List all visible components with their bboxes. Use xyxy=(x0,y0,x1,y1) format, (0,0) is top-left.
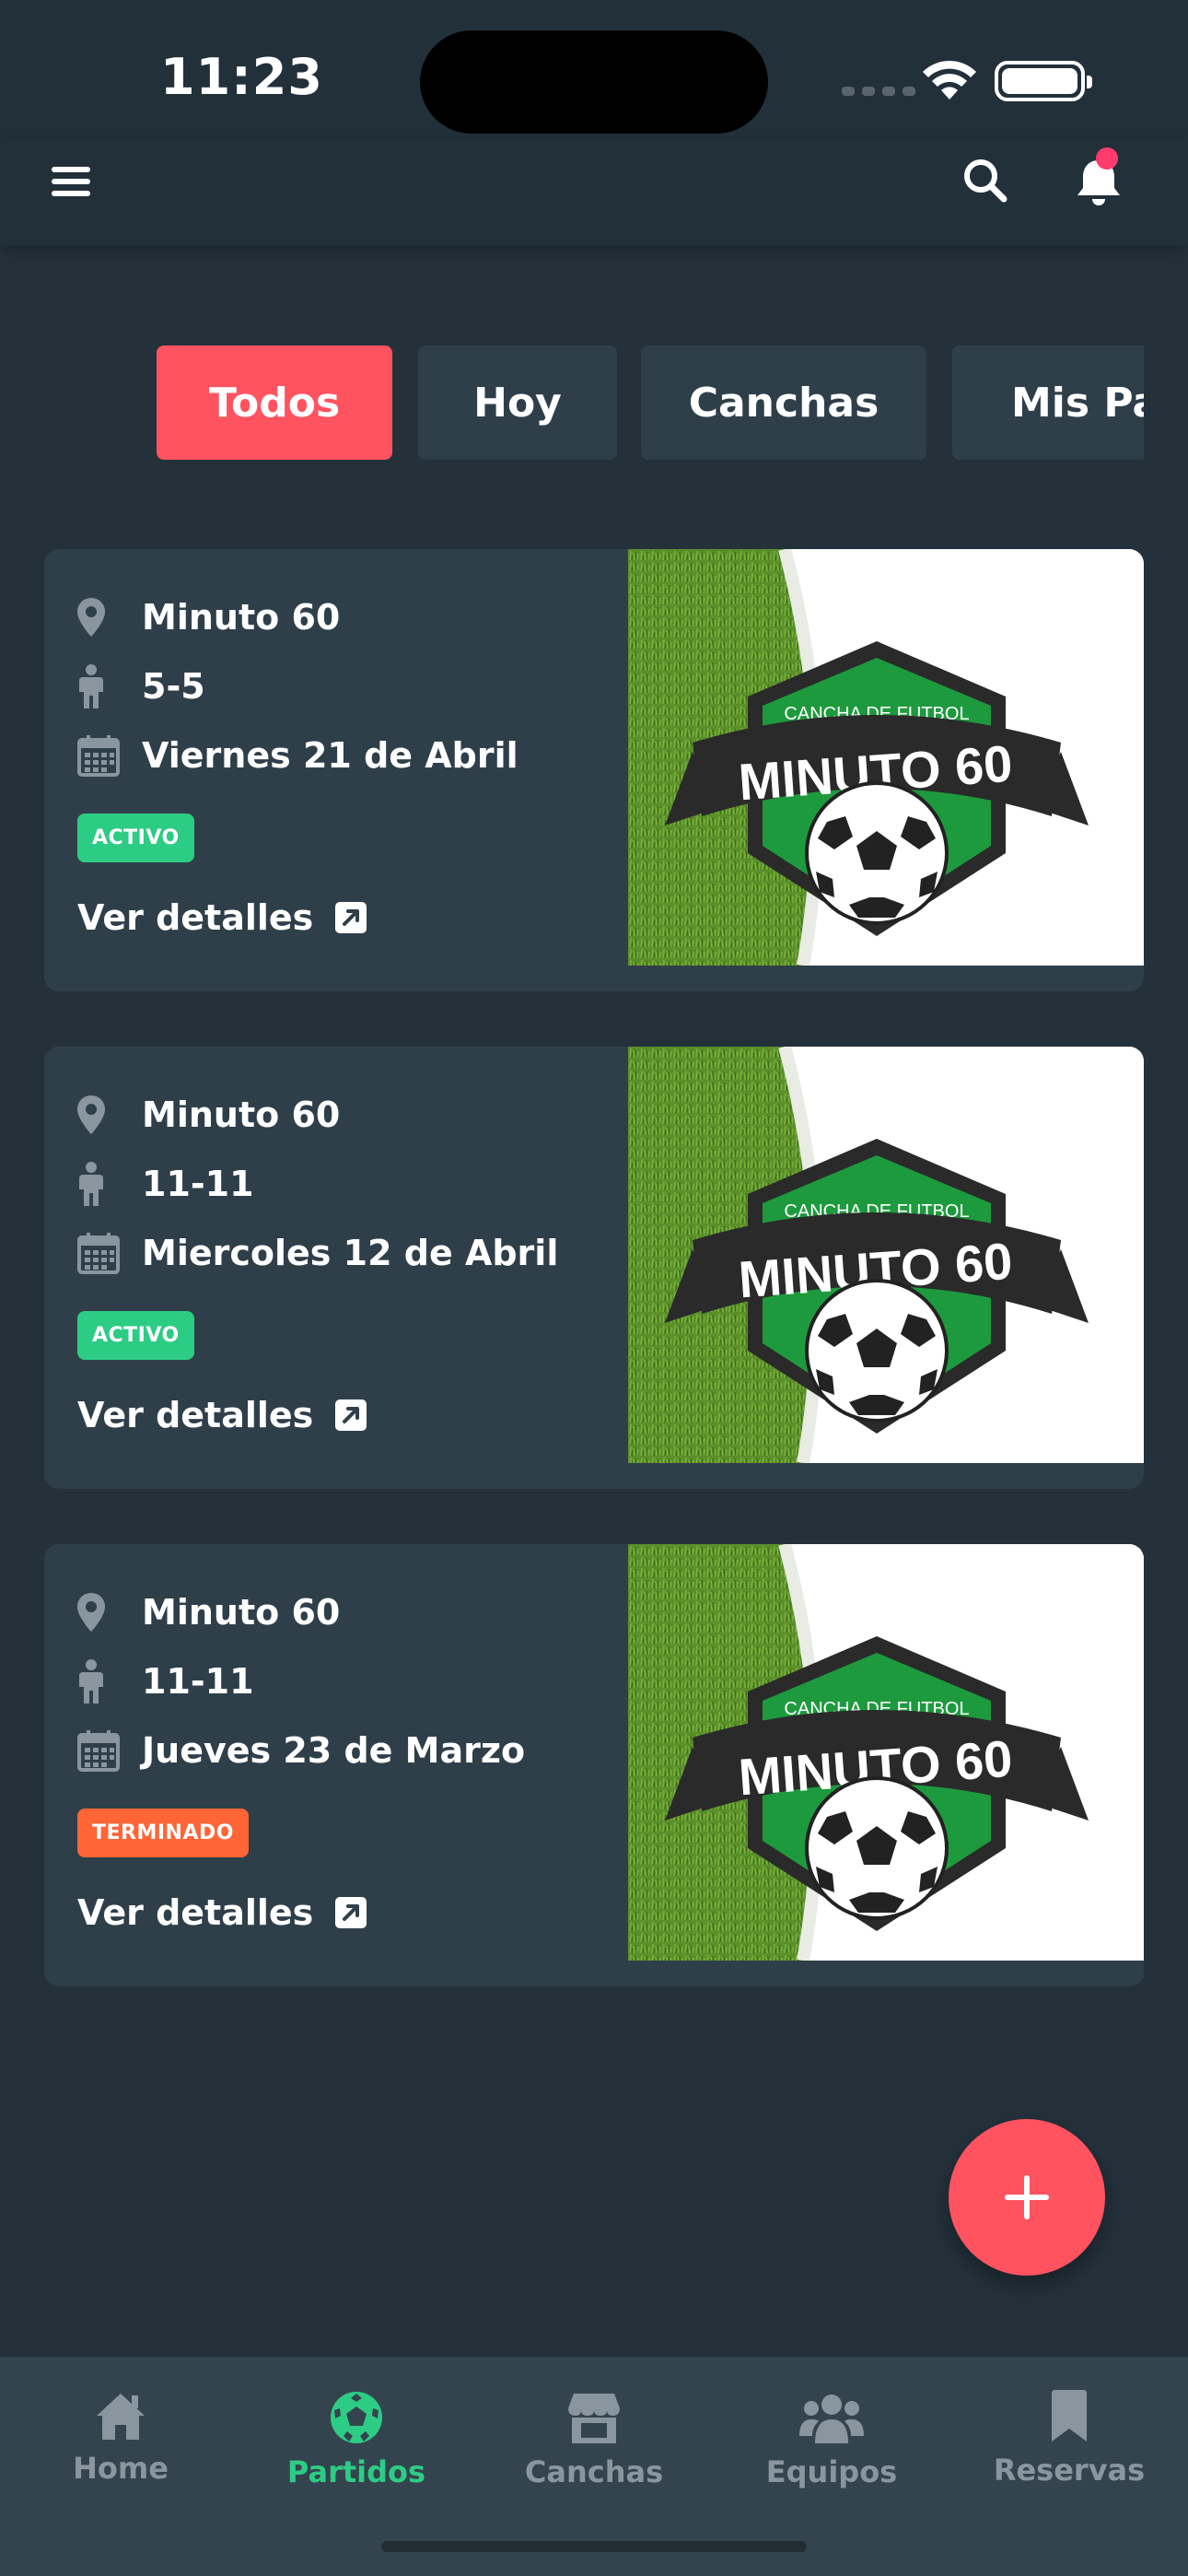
nav-label-reservas: Reservas xyxy=(993,2453,1146,2488)
filter-chip-canchas[interactable]: Canchas xyxy=(641,345,926,460)
filter-chip-mis-partidos[interactable]: Mis Partidos xyxy=(952,345,1144,460)
date-row: Viernes 21 de Abril xyxy=(77,720,630,790)
player-icon xyxy=(79,663,103,708)
filter-chip-todos[interactable]: Todos xyxy=(157,345,392,460)
player-icon xyxy=(79,1161,103,1206)
calendar-icon xyxy=(77,1729,120,1772)
match-info: Minuto 60 5-5 Viernes 21 de Abril ACTIVO… xyxy=(77,582,630,938)
date-row: Jueves 23 de Marzo xyxy=(77,1715,630,1785)
match-format: 11-11 xyxy=(142,1660,254,1702)
menu-icon[interactable] xyxy=(50,158,96,205)
location-pin-icon xyxy=(77,597,105,637)
venue-row: Minuto 60 xyxy=(77,1577,630,1646)
status-badge: TERMINADO xyxy=(77,1809,249,1857)
venue-name: Minuto 60 xyxy=(142,1094,341,1135)
nav-item-home[interactable]: Home xyxy=(2,2390,239,2486)
external-link-icon xyxy=(335,1897,367,1928)
view-details-label: Ver detalles xyxy=(77,1395,314,1435)
nav-label-home: Home xyxy=(73,2451,169,2486)
player-icon xyxy=(79,1658,103,1704)
location-pin-icon xyxy=(77,1592,105,1632)
plus-icon xyxy=(1005,2175,1049,2219)
bookmark-icon xyxy=(1052,2390,1087,2441)
format-row: 5-5 xyxy=(77,651,630,720)
home-indicator[interactable] xyxy=(381,2541,807,2552)
nav-item-canchas[interactable]: Canchas xyxy=(475,2390,713,2489)
external-link-icon xyxy=(335,1399,367,1431)
view-details-link[interactable]: Ver detalles xyxy=(77,1395,630,1435)
view-details-link[interactable]: Ver detalles xyxy=(77,897,630,938)
match-info: Minuto 60 11-11 Miercoles 12 de Abril AC… xyxy=(77,1080,630,1435)
match-date: Miercoles 12 de Abril xyxy=(142,1232,559,1273)
match-info: Minuto 60 11-11 Jueves 23 de Marzo TERMI… xyxy=(77,1577,630,1933)
match-format: 5-5 xyxy=(142,665,205,707)
match-date: Viernes 21 de Abril xyxy=(142,734,518,776)
format-row: 11-11 xyxy=(77,1646,630,1715)
venue-logo-image: CANCHA DE FUTBOL MINUTO 60 xyxy=(628,549,1144,966)
home-icon xyxy=(97,2394,145,2440)
view-details-link[interactable]: Ver detalles xyxy=(77,1892,630,1933)
nav-label-canchas: Canchas xyxy=(524,2454,664,2489)
venue-row: Minuto 60 xyxy=(77,1080,630,1149)
venue-row: Minuto 60 xyxy=(77,582,630,651)
match-date: Jueves 23 de Marzo xyxy=(142,1729,526,1771)
battery-icon xyxy=(995,61,1092,101)
dynamic-island xyxy=(420,30,768,134)
match-card[interactable]: Minuto 60 11-11 Miercoles 12 de Abril AC… xyxy=(44,1047,1144,1489)
nav-item-reservas[interactable]: Reservas xyxy=(950,2390,1188,2488)
date-row: Miercoles 12 de Abril xyxy=(77,1218,630,1287)
status-badge: ACTIVO xyxy=(77,1311,194,1360)
match-card[interactable]: Minuto 60 5-5 Viernes 21 de Abril ACTIVO… xyxy=(44,549,1144,991)
external-link-icon xyxy=(335,902,367,933)
search-icon[interactable] xyxy=(960,155,1011,206)
filter-chip-hoy[interactable]: Hoy xyxy=(418,345,617,460)
match-card[interactable]: Minuto 60 11-11 Jueves 23 de Marzo TERMI… xyxy=(44,1544,1144,1986)
users-icon xyxy=(799,2395,864,2443)
match-format: 11-11 xyxy=(142,1163,254,1204)
app-bar xyxy=(0,138,1188,245)
soccer-ball-icon xyxy=(331,2392,382,2443)
calendar-icon xyxy=(77,734,120,777)
cellular-signal-icon xyxy=(842,87,915,96)
venue-name: Minuto 60 xyxy=(142,596,341,638)
store-icon xyxy=(568,2394,620,2443)
calendar-icon xyxy=(77,1232,120,1274)
venue-logo-image: CANCHA DE FUTBOL MINUTO 60 xyxy=(628,1047,1144,1463)
nav-label-partidos: Partidos xyxy=(286,2454,426,2489)
status-badge: ACTIVO xyxy=(77,814,194,862)
filter-chips: Todos Hoy Canchas Mis Partidos xyxy=(157,345,1144,460)
location-pin-icon xyxy=(77,1095,105,1134)
nav-label-equipos: Equipos xyxy=(765,2454,898,2489)
wifi-icon xyxy=(923,60,976,100)
view-details-label: Ver detalles xyxy=(77,897,314,938)
nav-item-equipos[interactable]: Equipos xyxy=(713,2390,950,2489)
status-bar: 11:23 xyxy=(0,0,1188,138)
notification-badge xyxy=(1096,147,1118,170)
venue-name: Minuto 60 xyxy=(142,1591,341,1633)
venue-logo-image: CANCHA DE FUTBOL MINUTO 60 xyxy=(628,1544,1144,1961)
view-details-label: Ver detalles xyxy=(77,1892,314,1933)
format-row: 11-11 xyxy=(77,1149,630,1218)
add-match-button[interactable] xyxy=(949,2119,1105,2276)
status-time: 11:23 xyxy=(160,48,323,106)
nav-item-partidos[interactable]: Partidos xyxy=(238,2390,475,2489)
